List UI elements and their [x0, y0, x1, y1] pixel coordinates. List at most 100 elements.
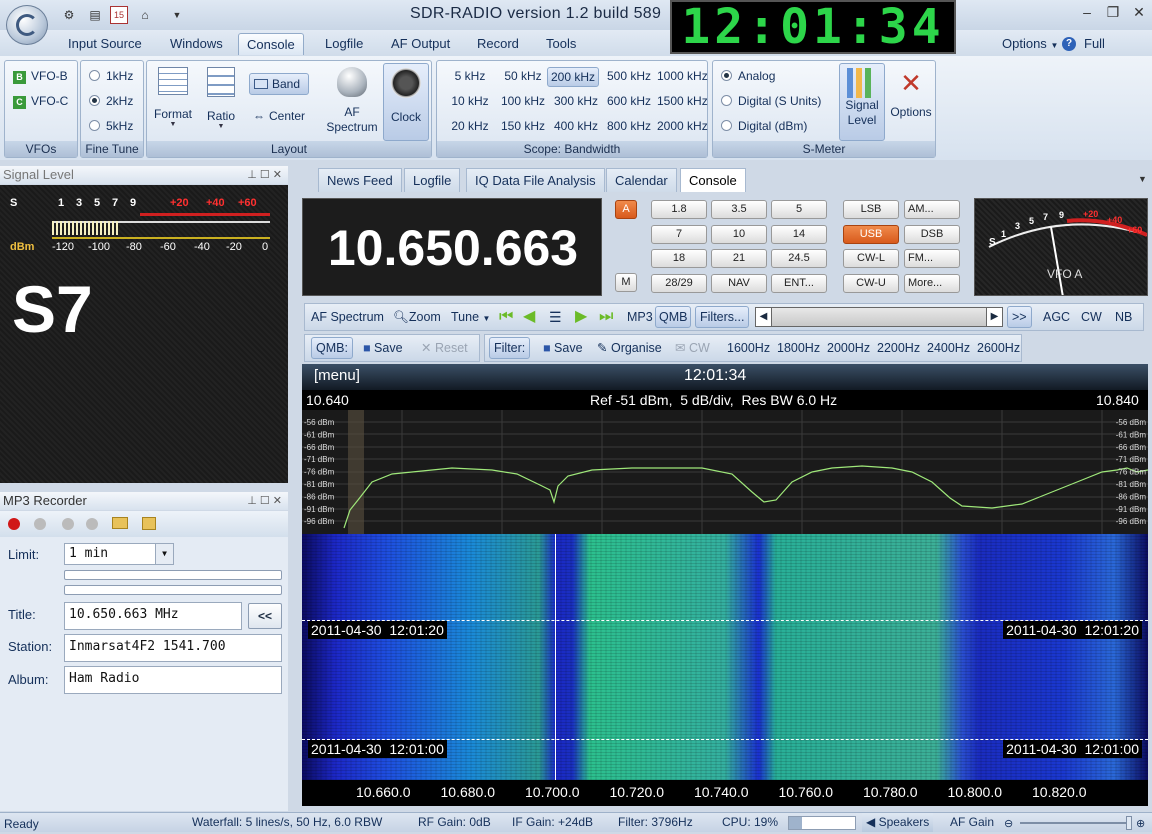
- scroll-left-icon[interactable]: ◀: [756, 308, 772, 326]
- signal-level-button[interactable]: Signal Level: [839, 63, 885, 141]
- band-button[interactable]: 24.5: [771, 249, 827, 268]
- qmb-toggle[interactable]: QMB: [655, 306, 692, 328]
- af-gain-increase-icon[interactable]: ⊕: [1136, 815, 1145, 834]
- vfo-a-button[interactable]: A: [615, 200, 637, 219]
- title-field[interactable]: 10.650.663 MHz: [64, 602, 242, 630]
- mode-button[interactable]: CW-L: [843, 249, 899, 268]
- bandwidth-option[interactable]: 5 kHz: [445, 67, 495, 87]
- spectrum-menu-button[interactable]: [menu]: [314, 367, 360, 384]
- skip-forward-icon[interactable]: ⏭: [599, 304, 613, 330]
- bandwidth-option[interactable]: 1000 kHz: [657, 67, 708, 87]
- folder-icon[interactable]: [112, 517, 128, 529]
- band-button[interactable]: 21: [711, 249, 767, 268]
- tab-windows[interactable]: Windows: [162, 33, 231, 55]
- cw-button[interactable]: CW: [1081, 304, 1102, 330]
- pause-icon[interactable]: [86, 518, 98, 530]
- af-spectrum-tool[interactable]: AF Spectrum: [311, 304, 384, 330]
- bandwidth-option[interactable]: 200 kHz: [547, 67, 599, 87]
- help-icon[interactable]: ?: [1062, 37, 1076, 51]
- qmb-reset-button[interactable]: ✕ Reset: [421, 335, 468, 361]
- restore-button[interactable]: ❐: [1102, 4, 1124, 24]
- tab-af-output[interactable]: AF Output: [383, 33, 458, 55]
- tab-console[interactable]: Console: [680, 168, 746, 192]
- station-field[interactable]: Inmarsat4F2 1541.700: [64, 634, 282, 662]
- fine-tune-1khz[interactable]: 1kHz: [89, 69, 133, 83]
- ratio-button[interactable]: Ratio ▼: [201, 65, 241, 139]
- filter-preset-button[interactable]: 1800Hz: [777, 335, 820, 361]
- band-button[interactable]: 3.5: [711, 200, 767, 219]
- bandwidth-option[interactable]: 1500 kHz: [657, 92, 708, 112]
- bandwidth-option[interactable]: 600 kHz: [604, 92, 654, 112]
- af-gain-slider[interactable]: [1020, 822, 1126, 824]
- smeter-options-button[interactable]: ✕ Options: [887, 65, 935, 139]
- tab-tools[interactable]: Tools: [538, 33, 584, 55]
- minimize-button[interactable]: –: [1076, 4, 1098, 24]
- af-gain-decrease-icon[interactable]: ⊖: [1004, 815, 1013, 834]
- mode-button[interactable]: CW-U: [843, 273, 899, 293]
- smeter-digital-s[interactable]: Digital (S Units): [721, 94, 821, 108]
- tab-news-feed[interactable]: News Feed: [318, 168, 402, 192]
- tab-iq-data-file-analysis[interactable]: IQ Data File Analysis: [466, 168, 605, 192]
- record-icon[interactable]: [8, 518, 20, 530]
- list-icon[interactable]: ☰: [549, 304, 562, 330]
- filter-preset-button[interactable]: 2000Hz: [827, 335, 870, 361]
- waterfall[interactable]: 2011-04-30 12:01:20 2011-04-30 12:01:20 …: [302, 534, 1148, 780]
- album-field[interactable]: Ham Radio: [64, 666, 282, 694]
- bandwidth-option[interactable]: 500 kHz: [604, 67, 654, 87]
- mode-button[interactable]: LSB: [843, 200, 899, 219]
- quick-access-dropdown-icon[interactable]: ▼: [168, 6, 186, 24]
- tab-logfile[interactable]: Logfile: [404, 168, 461, 192]
- speakers-button[interactable]: ◀ Speakers: [862, 813, 934, 832]
- step-back-icon[interactable]: ◀: [523, 304, 535, 330]
- bandwidth-option[interactable]: 2000 kHz: [657, 117, 708, 137]
- home-icon[interactable]: ⌂: [136, 6, 154, 24]
- agc-button[interactable]: AGC: [1043, 304, 1070, 330]
- filter-preset-button[interactable]: 2200Hz: [877, 335, 920, 361]
- band-button[interactable]: 28/29: [651, 273, 707, 293]
- tab-calendar[interactable]: Calendar: [606, 168, 677, 192]
- mode-button[interactable]: More...: [904, 273, 960, 293]
- tab-record[interactable]: Record: [469, 33, 527, 55]
- bandwidth-option[interactable]: 800 kHz: [604, 117, 654, 137]
- tuning-scrollbar[interactable]: ◀ ▶: [755, 307, 1003, 327]
- mode-button[interactable]: USB: [843, 224, 899, 244]
- calendar-icon[interactable]: 15: [110, 6, 128, 24]
- band-button[interactable]: 1.8: [651, 200, 707, 219]
- filter-preset-button[interactable]: 2400Hz: [927, 335, 970, 361]
- tab-list-dropdown-icon[interactable]: ▼: [1138, 174, 1147, 184]
- mode-button[interactable]: DSB: [904, 224, 960, 244]
- mode-button[interactable]: AM...: [904, 200, 960, 219]
- bandwidth-option[interactable]: 100 kHz: [498, 92, 548, 112]
- band-button[interactable]: 5: [771, 200, 827, 219]
- rewind-icon[interactable]: [62, 518, 74, 530]
- bandwidth-option[interactable]: 50 kHz: [498, 67, 548, 87]
- more-toolbar-button[interactable]: >>: [1007, 306, 1032, 328]
- nb-button[interactable]: NB: [1115, 304, 1132, 330]
- band-button[interactable]: NAV: [711, 273, 767, 293]
- properties-icon[interactable]: [142, 517, 156, 530]
- options-menu[interactable]: Options ▼: [994, 33, 1066, 55]
- vfo-b-button[interactable]: B VFO-B: [13, 69, 68, 84]
- smeter-digital-dbm[interactable]: Digital (dBm): [721, 119, 807, 133]
- bandwidth-option[interactable]: 150 kHz: [498, 117, 548, 137]
- skip-back-icon[interactable]: ⏮: [499, 304, 513, 330]
- af-spectrum-button[interactable]: AF Spectrum: [319, 65, 385, 141]
- filter-cw-button[interactable]: ✉ CW: [675, 335, 710, 361]
- filter-save-button[interactable]: ■ Save: [543, 335, 583, 361]
- limit-select[interactable]: 1 min ▼: [64, 543, 174, 565]
- scroll-right-icon[interactable]: ▶: [986, 308, 1002, 326]
- settings-icon[interactable]: ⚙: [60, 6, 78, 24]
- bandwidth-option[interactable]: 10 kHz: [445, 92, 495, 112]
- close-button[interactable]: ✕: [1128, 4, 1150, 24]
- bandwidth-option[interactable]: 400 kHz: [551, 117, 601, 137]
- filter-preset-button[interactable]: 1600Hz: [727, 335, 770, 361]
- fine-tune-2khz[interactable]: 2kHz: [89, 94, 133, 108]
- mode-button[interactable]: FM...: [904, 249, 960, 268]
- bandwidth-option[interactable]: 20 kHz: [445, 117, 495, 137]
- filters-button[interactable]: Filters...: [695, 306, 750, 328]
- memory-button[interactable]: M: [615, 273, 637, 292]
- tune-tool[interactable]: Tune ▼: [451, 304, 490, 330]
- zoom-tool[interactable]: 🔍︎Zoom: [393, 304, 441, 330]
- full-screen-button[interactable]: Full Screen: [1076, 33, 1152, 73]
- smeter-analog[interactable]: Analog: [721, 69, 775, 83]
